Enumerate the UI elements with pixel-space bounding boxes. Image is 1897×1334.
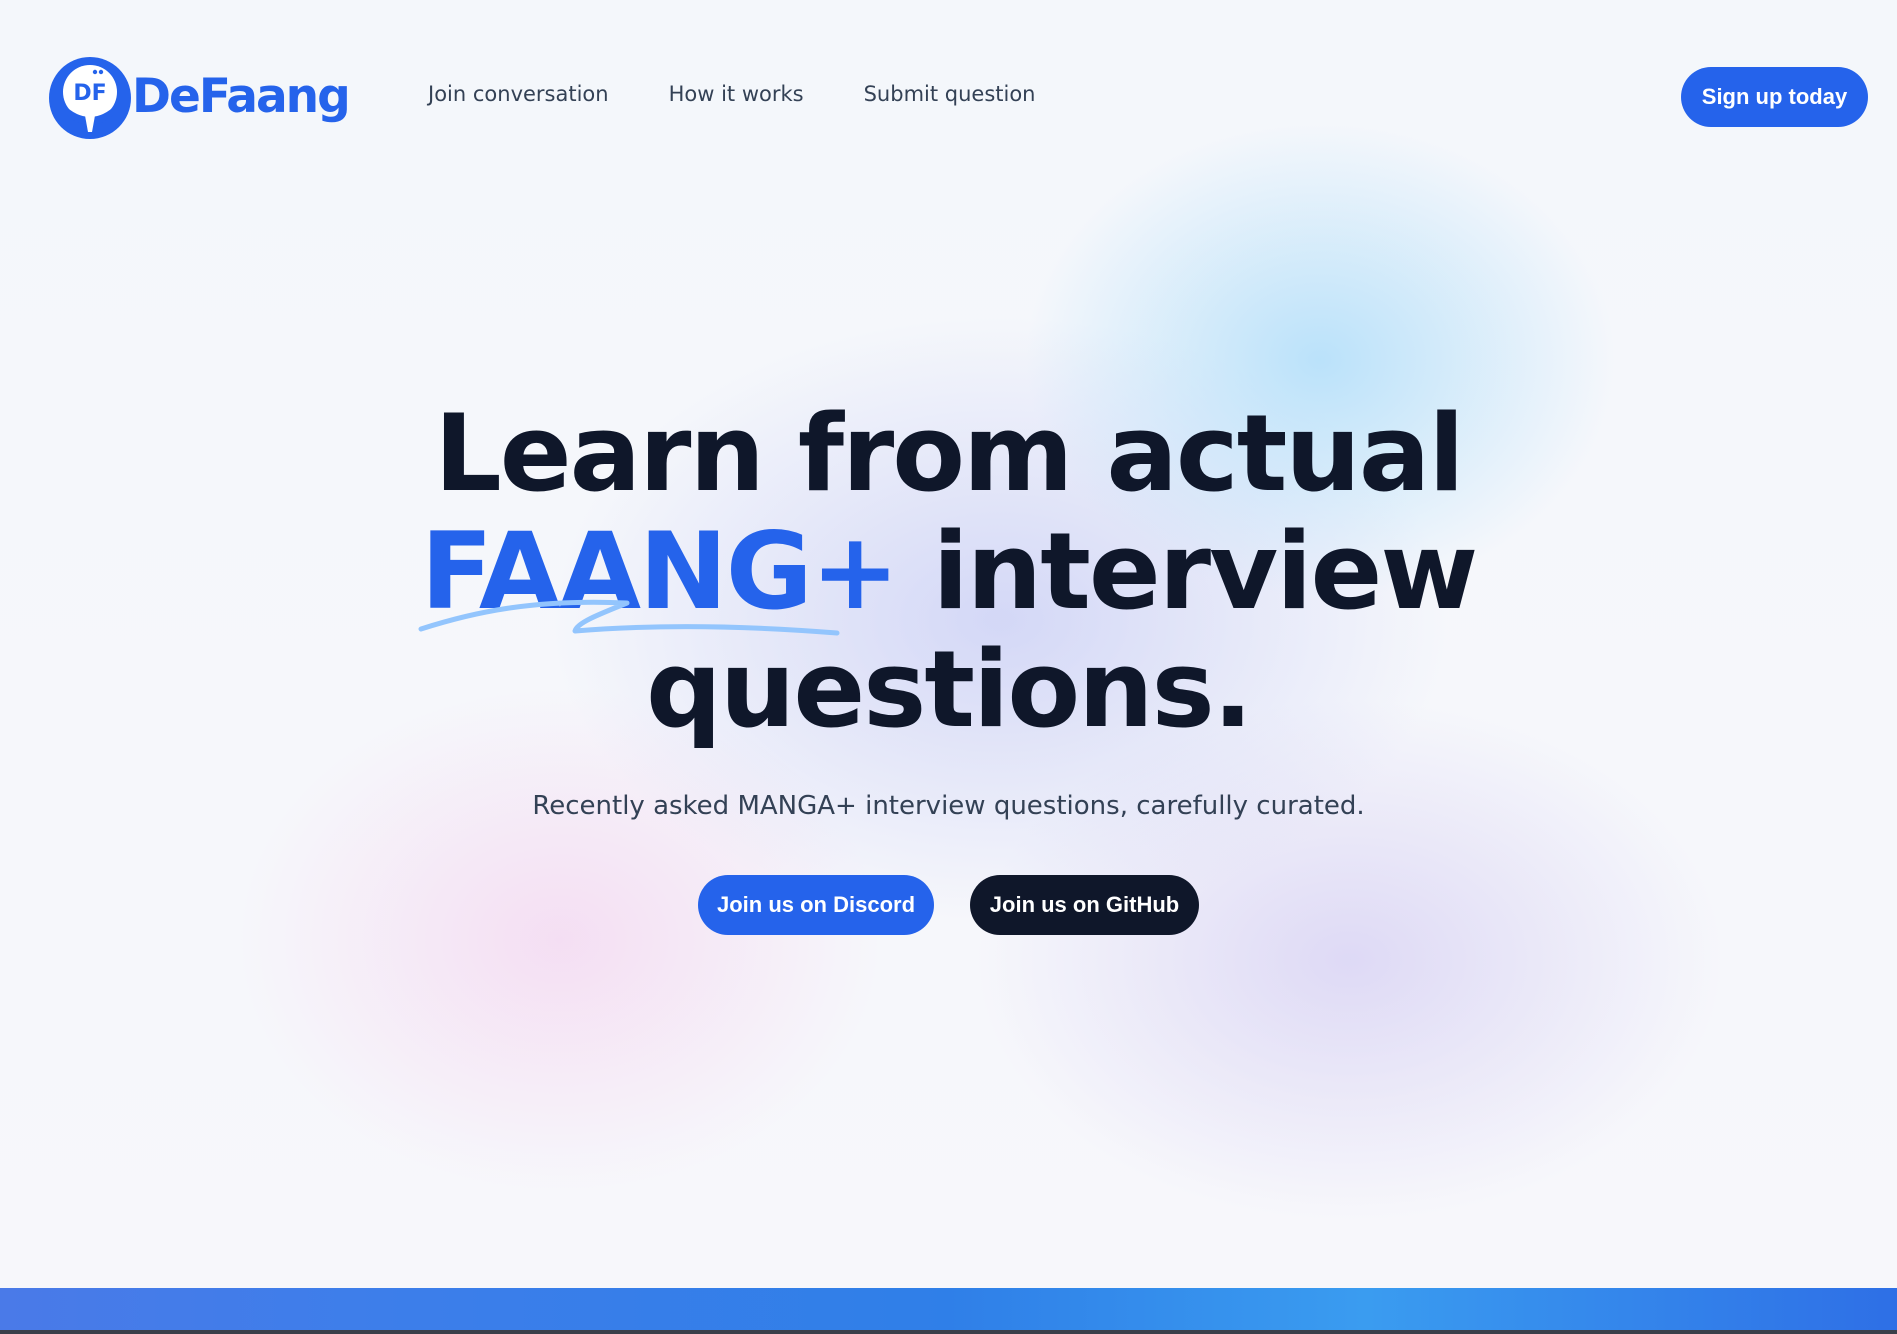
hero-cta-group: Join us on Discord Join us on GitHub	[0, 875, 1897, 935]
defaang-logo-icon: DF	[49, 57, 131, 139]
hero-title-accent: FAANG+	[418, 510, 900, 636]
sign-up-button[interactable]: Sign up today	[1681, 67, 1868, 127]
brand-name: DeFaang	[132, 68, 351, 124]
hero-title-line-1: Learn from actual	[434, 392, 1465, 515]
join-github-button[interactable]: Join us on GitHub	[970, 875, 1199, 935]
hero-title-line-3: questions.	[646, 628, 1253, 751]
join-discord-button[interactable]: Join us on Discord	[698, 875, 934, 935]
hero-subtitle: Recently asked MANGA+ interview question…	[532, 791, 1365, 821]
site-header: DF DeFaang Join conversation How it work…	[0, 0, 1897, 192]
hero-title-line-2: FAANG+ interview	[0, 510, 1897, 636]
main-nav: Join conversation How it works Submit qu…	[428, 82, 1036, 106]
hero-title: Learn from actual FAANG+ interview quest…	[0, 395, 1897, 749]
nav-submit-question[interactable]: Submit question	[864, 82, 1036, 106]
hero-title-line-2-rest: interview	[932, 510, 1478, 633]
hero-section: Learn from actual FAANG+ interview quest…	[0, 395, 1897, 935]
bottom-gradient-bar	[0, 1288, 1897, 1334]
nav-how-it-works[interactable]: How it works	[669, 82, 804, 106]
brand-logo[interactable]: DF DeFaang	[44, 52, 351, 142]
logo-monogram: DF	[73, 81, 106, 106]
nav-join-conversation[interactable]: Join conversation	[428, 82, 609, 106]
hero-title-accent-text: FAANG+	[420, 510, 900, 633]
